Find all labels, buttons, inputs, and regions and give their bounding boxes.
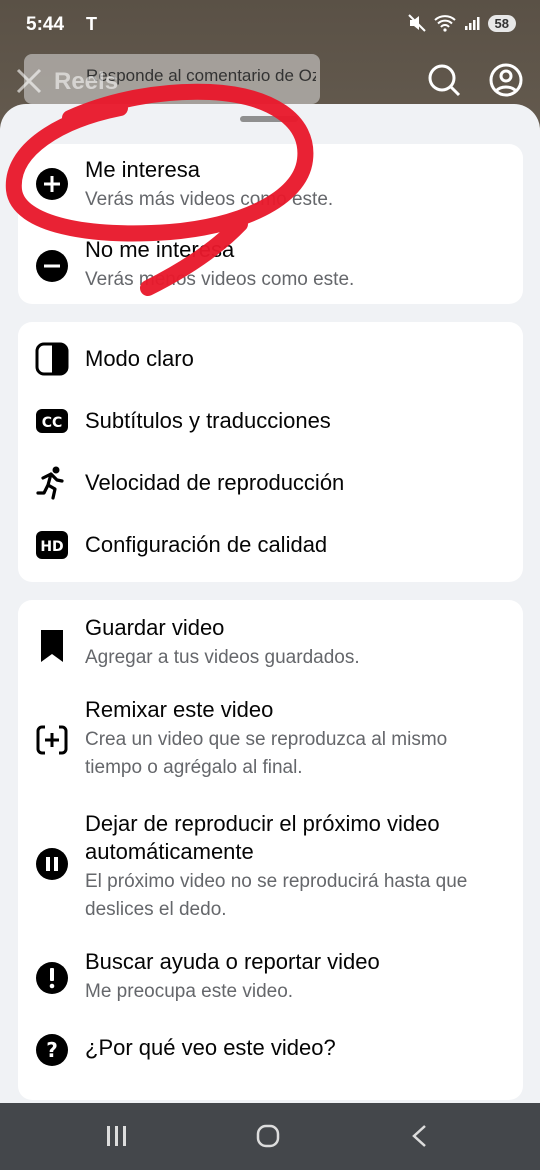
- svg-text:?: ?: [46, 1038, 58, 1062]
- reels-top-bar: Responde al comentario de Ozcan Martinez…: [0, 54, 540, 106]
- menu-item-subtitle: tiempo o agrégalo al final.: [85, 757, 303, 778]
- home-icon[interactable]: [255, 1123, 281, 1149]
- plus-circle-icon: [36, 168, 68, 200]
- menu-item-title: Buscar ayuda o reportar video: [85, 949, 380, 974]
- menu-item-title: No me interesa: [85, 237, 235, 262]
- menu-item-title: Dejar de reproducir el próximo video: [85, 811, 440, 836]
- remix-icon: [36, 725, 68, 755]
- menu-item-subtitle: Verás menos videos como este.: [85, 269, 355, 290]
- tesla-logo-icon: T: [86, 14, 97, 34]
- menu-item-title: Me interesa: [85, 157, 200, 182]
- mute-icon: [407, 14, 426, 32]
- menu-item-title: Modo claro: [85, 346, 194, 371]
- menu-item-remix[interactable]: Remixar este video Crea un video que se …: [18, 692, 523, 802]
- menu-item-report[interactable]: Buscar ayuda o reportar video Me preocup…: [18, 944, 523, 1024]
- running-icon: [36, 466, 64, 500]
- menu-item-light-mode[interactable]: Modo claro: [18, 328, 523, 390]
- hd-icon: HD: [36, 531, 68, 559]
- menu-item-subtitle: Verás más videos como este.: [85, 189, 334, 210]
- status-bar: 5:44 T 58: [0, 0, 540, 52]
- menu-item-why-this-video[interactable]: ? ¿Por qué veo este video?: [18, 1024, 523, 1086]
- half-contrast-icon: [35, 342, 69, 376]
- menu-item-playback-speed[interactable]: Velocidad de reproducción: [18, 452, 523, 514]
- menu-item-quality[interactable]: HD Configuración de calidad: [18, 514, 523, 576]
- menu-item-subtitles[interactable]: CC Subtítulos y traducciones: [18, 390, 523, 452]
- comment-reply-text: Responde al comentario de Ozcan Martinez: [86, 66, 316, 85]
- menu-item-subtitle: Agregar a tus videos guardados.: [85, 647, 360, 668]
- question-circle-icon: ?: [36, 1034, 68, 1066]
- menu-item-save-video[interactable]: Guardar video Agregar a tus videos guard…: [18, 610, 523, 690]
- options-bottom-sheet: Me interesa Verás más videos como este. …: [0, 104, 540, 1104]
- sheet-drag-handle[interactable]: [240, 116, 298, 122]
- profile-icon[interactable]: [488, 62, 524, 98]
- menu-item-title: Velocidad de reproducción: [85, 470, 345, 495]
- menu-item-interested[interactable]: Me interesa Verás más videos como este.: [18, 144, 523, 224]
- interest-card: Me interesa Verás más videos como este. …: [18, 144, 523, 304]
- menu-item-subtitle: deslices el dedo.: [85, 899, 227, 920]
- menu-item-title: Remixar este video: [85, 697, 274, 722]
- menu-item-title: ¿Por qué veo este video?: [85, 1035, 336, 1060]
- minus-circle-icon: [36, 250, 68, 282]
- svg-text:CC: CC: [42, 415, 63, 431]
- close-icon[interactable]: [14, 66, 44, 96]
- menu-item-title: Subtítulos y traducciones: [85, 408, 331, 433]
- menu-item-subtitle: Me preocupa este video.: [85, 981, 294, 1002]
- menu-item-not-interested[interactable]: No me interesa Verás menos videos como e…: [18, 224, 523, 304]
- exclamation-circle-icon: [36, 962, 68, 994]
- search-icon[interactable]: [426, 62, 462, 98]
- status-icons: 58: [407, 14, 516, 32]
- reels-title: Reels: [54, 68, 119, 95]
- back-icon[interactable]: [408, 1123, 432, 1149]
- bookmark-icon: [41, 630, 63, 662]
- menu-item-title: automáticamente: [85, 839, 254, 864]
- recent-apps-icon[interactable]: [104, 1123, 130, 1149]
- android-nav-bar: [0, 1103, 540, 1170]
- wifi-icon: [433, 15, 456, 32]
- svg-text:HD: HD: [40, 539, 63, 555]
- battery-indicator: 58: [487, 14, 516, 32]
- status-time: 5:44: [26, 14, 65, 35]
- menu-item-title: Guardar video: [85, 615, 225, 640]
- menu-item-title: Configuración de calidad: [85, 532, 328, 557]
- signal-icon: [464, 17, 480, 30]
- settings-card: Modo claro CC Subtítulos y traducciones …: [18, 322, 523, 582]
- menu-item-subtitle: Crea un video que se reproduzca al mismo: [85, 729, 448, 750]
- menu-item-stop-autoplay[interactable]: Dejar de reproducir el próximo video aut…: [18, 806, 523, 942]
- pause-circle-icon: [36, 848, 68, 880]
- video-actions-card: Guardar video Agregar a tus videos guard…: [18, 600, 523, 1100]
- cc-icon: CC: [36, 409, 68, 433]
- menu-item-subtitle: El próximo video no se reproducirá hasta…: [85, 871, 468, 892]
